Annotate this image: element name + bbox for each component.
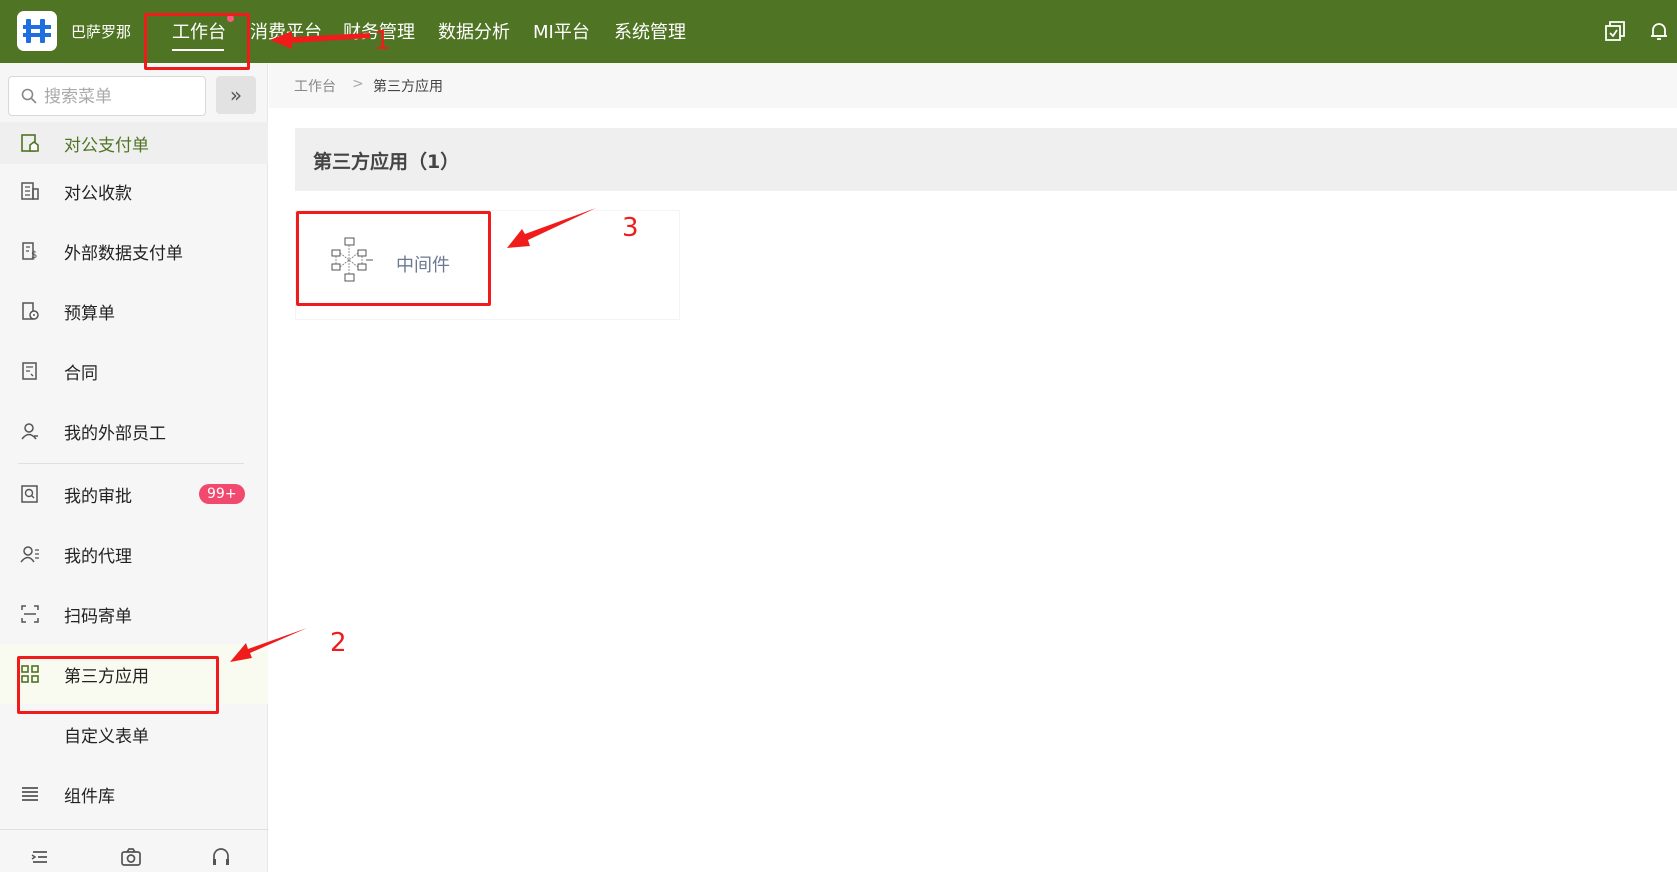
window-switch-icon[interactable]: [1603, 19, 1627, 43]
breadcrumb: 工作台 > 第三方应用: [269, 63, 1677, 108]
sidebar-item-label: 组件库: [64, 786, 115, 807]
sidebar-item-components[interactable]: 组件库: [0, 764, 268, 824]
top-navigation-bar: 巴萨罗那 工作台 消费平台 财务管理 数据分析 MI平台 系统管理: [0, 0, 1677, 63]
section-header: 第三方应用（1）: [295, 128, 1677, 191]
scan-icon: [18, 602, 42, 626]
sidebar-item-public-payment[interactable]: 对公支付单: [0, 122, 268, 164]
headset-icon[interactable]: [210, 846, 232, 868]
sidebar-item-label: 对公支付单: [64, 135, 149, 156]
sidebar: » 对公支付单 对公收款 $ 外部数据支付单 预算单: [0, 63, 268, 872]
breadcrumb-separator: >: [352, 76, 364, 92]
sidebar-item-my-approvals[interactable]: 我的审批 99+: [0, 464, 268, 524]
user-icon: [18, 419, 42, 443]
collapse-sidebar-button[interactable]: »: [216, 76, 256, 114]
search-box: [8, 76, 206, 116]
brand-name: 巴萨罗那: [71, 23, 132, 41]
nav-tab-mi-platform[interactable]: MI平台: [533, 18, 590, 44]
proxy-user-icon: [18, 542, 42, 566]
sidebar-item-my-proxy[interactable]: 我的代理: [0, 524, 268, 584]
annotation-number-3: 3: [622, 213, 639, 243]
sidebar-item-label: 对公收款: [64, 183, 132, 204]
contract-icon: [18, 359, 42, 383]
public-payment-icon: [18, 131, 42, 155]
breadcrumb-current: 第三方应用: [373, 79, 443, 95]
sidebar-item-label: 合同: [64, 363, 98, 384]
dollar-doc-icon: $: [18, 239, 42, 263]
sidebar-item-label: 自定义表单: [64, 726, 149, 747]
annotation-number-2: 2: [330, 628, 347, 658]
search-input[interactable]: [44, 85, 199, 109]
sidebar-item-budget[interactable]: 预算单: [0, 281, 268, 341]
sidebar-item-label: 扫码寄单: [64, 606, 132, 627]
approval-icon: [18, 482, 42, 506]
sidebar-item-label: 我的审批: [64, 486, 132, 507]
sidebar-item-label: 我的外部员工: [64, 423, 166, 444]
sidebar-item-external-payment[interactable]: $ 外部数据支付单: [0, 221, 268, 281]
building-receipt-icon: [18, 179, 42, 203]
sidebar-item-label: 外部数据支付单: [64, 243, 183, 264]
nav-tab-consumption[interactable]: 消费平台: [250, 18, 322, 44]
app-logo[interactable]: [17, 11, 57, 51]
logo-icon: [23, 19, 51, 43]
section-title: 第三方应用（1）: [313, 151, 460, 173]
nav-tab-analytics[interactable]: 数据分析: [438, 18, 510, 44]
indent-icon[interactable]: [29, 846, 51, 868]
budget-doc-icon: [18, 299, 42, 323]
annotation-box-2: [17, 656, 219, 714]
bell-icon[interactable]: [1647, 19, 1671, 43]
camera-icon[interactable]: [120, 846, 142, 868]
sidebar-item-public-receipt[interactable]: 对公收款: [0, 161, 268, 221]
approval-count-badge: 99+: [199, 484, 245, 504]
annotation-box-3: [296, 211, 491, 306]
list-icon: [18, 782, 42, 806]
annotation-number-1: 1: [374, 26, 391, 56]
sidebar-item-contract[interactable]: 合同: [0, 341, 268, 401]
sidebar-footer: [0, 829, 268, 872]
sidebar-item-label: 我的代理: [64, 546, 132, 567]
sidebar-item-label: 预算单: [64, 303, 115, 324]
double-chevron-right-icon: »: [229, 83, 243, 107]
breadcrumb-home[interactable]: 工作台: [294, 76, 336, 96]
svg-text:$: $: [31, 250, 37, 261]
search-icon: [21, 88, 37, 104]
nav-tab-system[interactable]: 系统管理: [614, 18, 686, 44]
sidebar-item-external-staff[interactable]: 我的外部员工: [0, 401, 268, 461]
sidebar-item-scan-submit[interactable]: 扫码寄单: [0, 584, 268, 644]
annotation-box-1: [144, 13, 250, 70]
